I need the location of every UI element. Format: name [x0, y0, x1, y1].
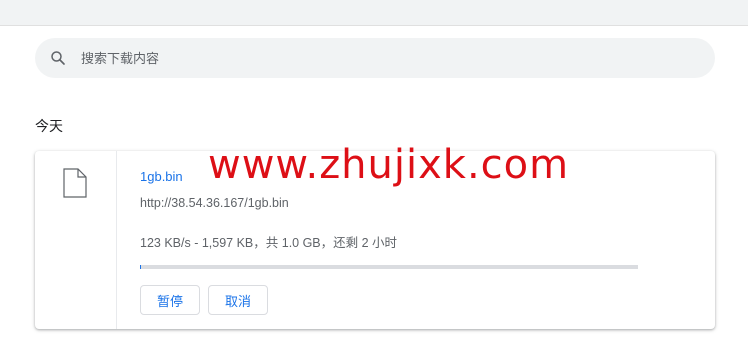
file-icon-column	[35, 151, 117, 329]
file-icon	[63, 168, 87, 198]
top-bar	[0, 0, 748, 26]
progress-bar	[140, 265, 638, 269]
pause-button[interactable]: 暂停	[140, 285, 200, 315]
date-header: 今天	[35, 118, 63, 134]
file-url: http://38.54.36.167/1gb.bin	[140, 196, 289, 210]
progress-fill	[140, 265, 141, 269]
file-name-link[interactable]: 1gb.bin	[140, 169, 183, 184]
search-bar[interactable]	[35, 38, 715, 78]
search-icon	[51, 51, 65, 65]
download-status: 123 KB/s - 1,597 KB，共 1.0 GB，还剩 2 小时	[140, 236, 398, 250]
cancel-button[interactable]: 取消	[208, 285, 268, 315]
search-input[interactable]	[81, 38, 681, 78]
watermark-text: www.zhujixk.com	[208, 142, 570, 188]
